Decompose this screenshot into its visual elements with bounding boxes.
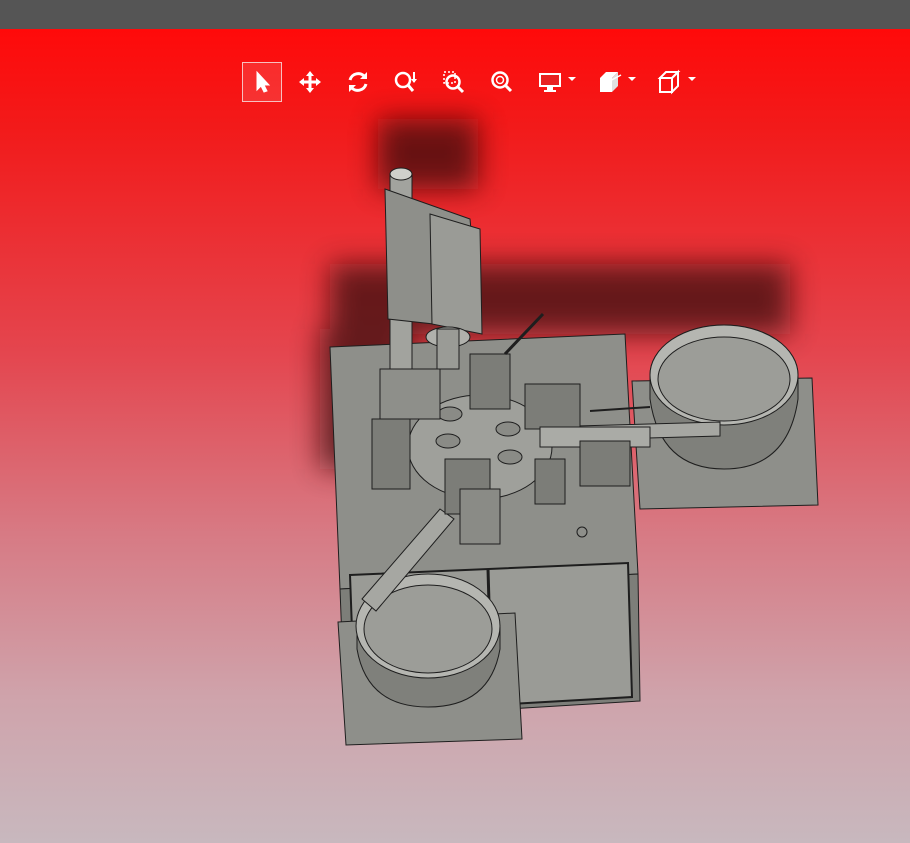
move-arrows-icon (299, 71, 321, 93)
zoom-icon (394, 71, 417, 92)
rotate-icon (348, 72, 368, 92)
chevron-down-icon[interactable] (688, 77, 696, 81)
section-view-button[interactable] (590, 62, 636, 102)
pan-tool-button[interactable] (290, 62, 330, 102)
rotate-tool-button[interactable] (338, 62, 378, 102)
viewer-toolbar (242, 62, 710, 102)
chevron-down-icon[interactable] (628, 77, 636, 81)
chevron-down-icon[interactable] (568, 77, 576, 81)
section-box-icon (600, 72, 622, 92)
3d-viewport[interactable] (0, 29, 910, 843)
select-tool-button[interactable] (242, 62, 282, 102)
cad-assembly-model[interactable] (0, 29, 910, 843)
monitor-icon (539, 73, 561, 92)
view-cube-icon (657, 69, 681, 95)
display-mode-button[interactable] (530, 62, 576, 102)
zoom-tool-button[interactable] (386, 62, 426, 102)
view-orientation-button[interactable] (650, 62, 696, 102)
cursor-arrow-icon (256, 70, 271, 93)
zoom-fit-tool-button[interactable] (482, 62, 522, 102)
window-title-bar (0, 0, 910, 29)
zoom-window-tool-button[interactable] (434, 62, 474, 102)
machine-assembly (329, 167, 819, 746)
zoom-window-icon (443, 71, 465, 94)
zoom-fit-icon (491, 71, 513, 93)
